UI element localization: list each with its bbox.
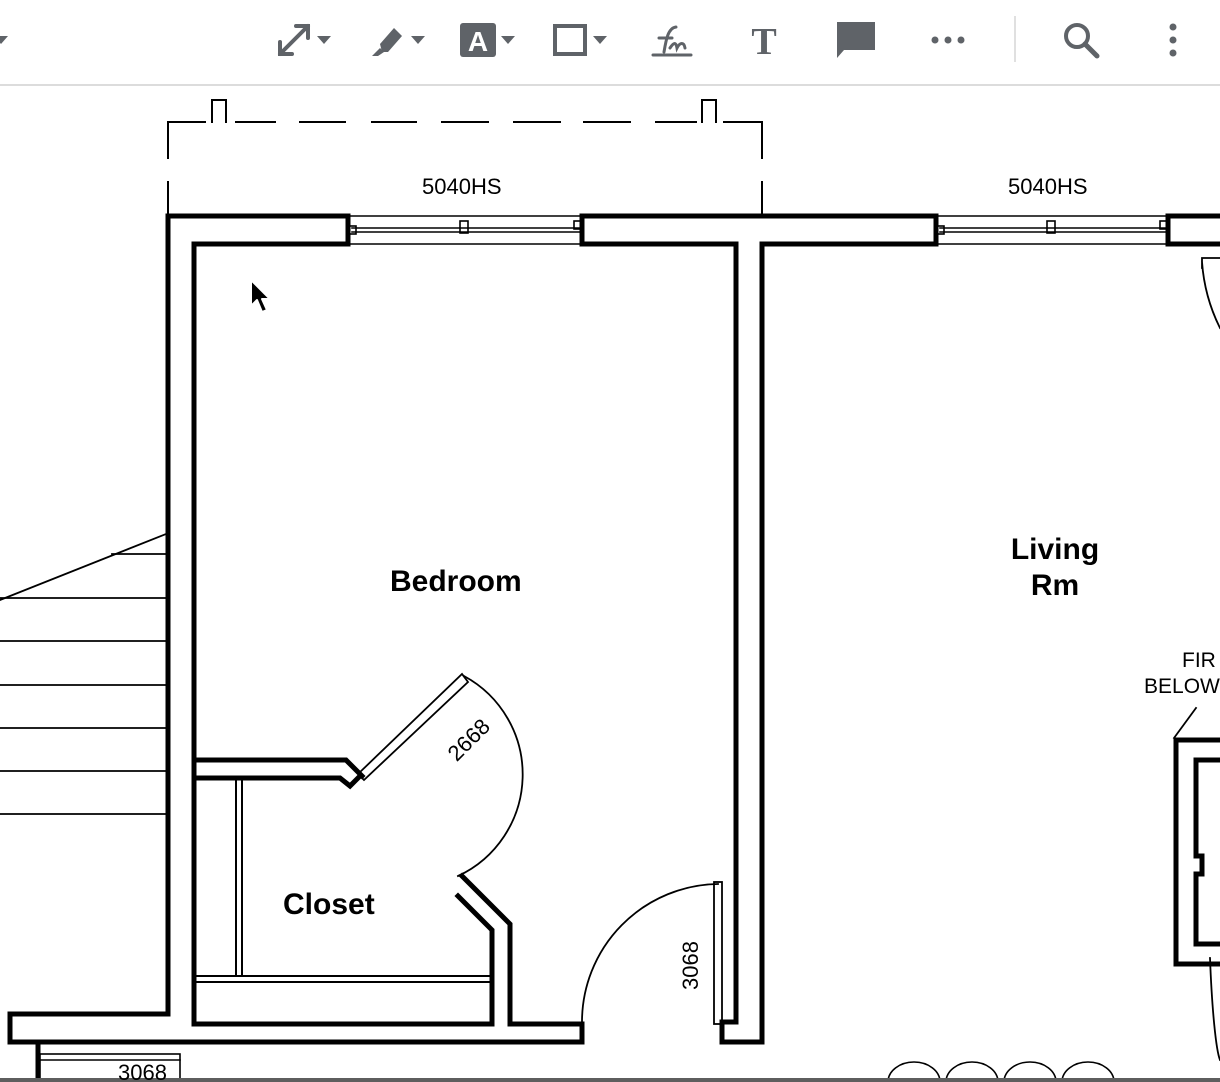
text-tool-button[interactable]: T [748,12,780,68]
search-button[interactable] [1062,12,1100,68]
text-icon: T [748,22,780,58]
overflow-menu-button[interactable] [1166,12,1180,68]
shape-tool-button[interactable] [552,12,607,68]
svg-text:A: A [468,26,488,57]
truncated-dropdown-caret[interactable] [0,12,14,68]
stairs [0,532,168,815]
chevron-down-icon[interactable] [317,36,331,44]
highlighter-tool-button[interactable] [370,12,425,68]
window-label-right: 5040HS [1008,174,1088,199]
square-icon [552,22,588,58]
speech-bubble-icon [834,18,878,62]
room-label-bedroom: Bedroom [390,565,522,598]
toolbar-divider [1014,16,1016,62]
window-right [935,215,1169,245]
more-tools-button[interactable] [930,12,966,68]
room-label-living-line1: Living [1010,533,1100,566]
fireplace-note-line2: BELOW [1144,675,1220,698]
room-label-living-line2: Rm [1030,569,1080,602]
highlighter-icon [370,22,406,58]
diagonal-arrow-icon [276,22,312,58]
text-box-icon: A [460,22,496,58]
door-label-bottom: 3068 [118,1060,167,1082]
room-label-closet: Closet [283,888,375,921]
mouse-pointer-icon [250,279,274,320]
room-label-living: Living Rm [1000,532,1110,604]
signature-tool-button[interactable] [650,12,694,68]
comment-tool-button[interactable] [834,12,878,68]
svg-text:T: T [751,22,776,58]
chevron-down-icon[interactable] [501,36,515,44]
window-label-left: 5040HS [422,174,502,199]
more-vertical-icon [1166,22,1180,58]
chevron-down-icon[interactable] [593,36,607,44]
document-canvas[interactable]: 5040HS 5040HS Bedroom Living Rm Closet 2… [0,86,1220,1082]
line-tool-button[interactable] [276,12,331,68]
fireplace-note: FIR BELOW [1144,648,1220,700]
text-color-tool-button[interactable]: A [460,12,515,68]
chevron-down-icon[interactable] [411,36,425,44]
window-left [347,215,583,245]
signature-icon [650,22,694,58]
door-label-bedroom: 3068 [678,941,703,990]
annotation-toolbar: A T [0,0,1220,86]
more-horizontal-icon [930,34,966,46]
fireplace-note-line1: FIR [1182,649,1216,672]
search-icon [1062,21,1100,59]
